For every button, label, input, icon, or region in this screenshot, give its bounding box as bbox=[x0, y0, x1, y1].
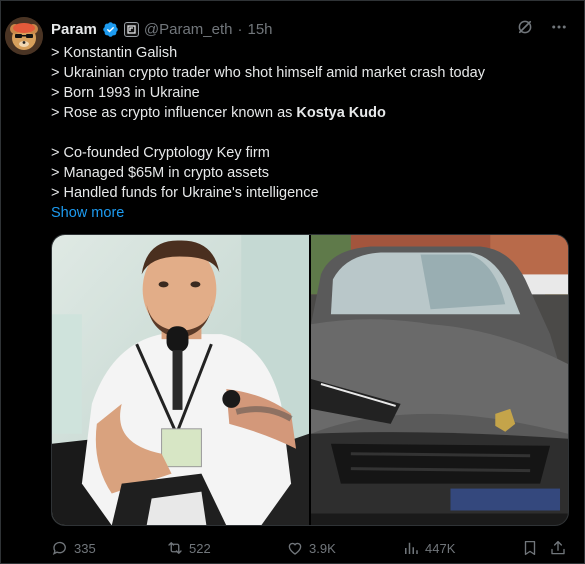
more-icon[interactable] bbox=[550, 18, 568, 36]
post-line: > Managed $65M in crypto assets bbox=[51, 165, 270, 181]
bookmark-icon bbox=[524, 540, 536, 556]
share-button[interactable] bbox=[549, 539, 567, 557]
avatar-image bbox=[5, 17, 43, 55]
post-line: > Handled funds for Ukraine's intelligen… bbox=[51, 185, 319, 201]
post-line: > Ukrainian crypto trader who shot himse… bbox=[51, 65, 485, 81]
views-icon bbox=[405, 542, 418, 554]
views-count: 447K bbox=[425, 540, 456, 556]
like-icon bbox=[288, 542, 302, 555]
author-name[interactable]: Param bbox=[51, 21, 97, 38]
post-line: > Co-founded Cryptology Key firm bbox=[51, 145, 270, 161]
share-icon bbox=[551, 540, 565, 555]
reply-button[interactable]: 335 bbox=[51, 539, 96, 557]
action-bar: 335 522 3.9K 447K bbox=[51, 537, 569, 559]
post-top-actions bbox=[516, 18, 568, 36]
bookmark-button[interactable] bbox=[521, 539, 539, 557]
media-photo-person[interactable] bbox=[52, 235, 309, 525]
post-line: > Rose as crypto influencer known as Kos… bbox=[51, 103, 571, 123]
repost-count: 522 bbox=[189, 540, 211, 556]
avatar[interactable] bbox=[5, 17, 43, 55]
like-button[interactable]: 3.9K bbox=[286, 539, 336, 557]
media-photo-car[interactable] bbox=[311, 235, 568, 525]
post-timestamp[interactable]: 15h bbox=[247, 21, 272, 38]
car-photo-image bbox=[311, 235, 568, 525]
verified-badge-icon bbox=[103, 21, 118, 37]
post-line-prefix: > Rose as crypto influencer known as bbox=[51, 105, 297, 121]
like-count: 3.9K bbox=[309, 540, 336, 556]
post-line: > Konstantin Galish bbox=[51, 45, 178, 61]
repost-icon bbox=[168, 542, 182, 554]
affiliate-logo-icon[interactable] bbox=[123, 21, 139, 37]
reply-icon bbox=[52, 541, 66, 555]
views-button[interactable]: 447K bbox=[402, 539, 455, 557]
grok-icon[interactable] bbox=[516, 18, 534, 36]
reply-count: 335 bbox=[74, 540, 96, 556]
author-handle[interactable]: @Param_eth bbox=[144, 21, 233, 38]
repost-button[interactable]: 522 bbox=[166, 539, 211, 557]
post-line: > Born 1993 in Ukraine bbox=[51, 85, 200, 101]
media-grid bbox=[51, 234, 569, 526]
post-text: > Konstantin Galish > Ukrainian crypto t… bbox=[51, 43, 571, 223]
show-more-link[interactable]: Show more bbox=[51, 203, 571, 223]
post-line-bold: Kostya Kudo bbox=[296, 105, 386, 121]
post-card[interactable]: Param @Param_eth · 15h > Konstantin Gali… bbox=[0, 0, 585, 564]
person-photo-image bbox=[52, 235, 309, 525]
post-header: Param @Param_eth · 15h bbox=[51, 19, 273, 39]
separator: · bbox=[237, 20, 243, 38]
